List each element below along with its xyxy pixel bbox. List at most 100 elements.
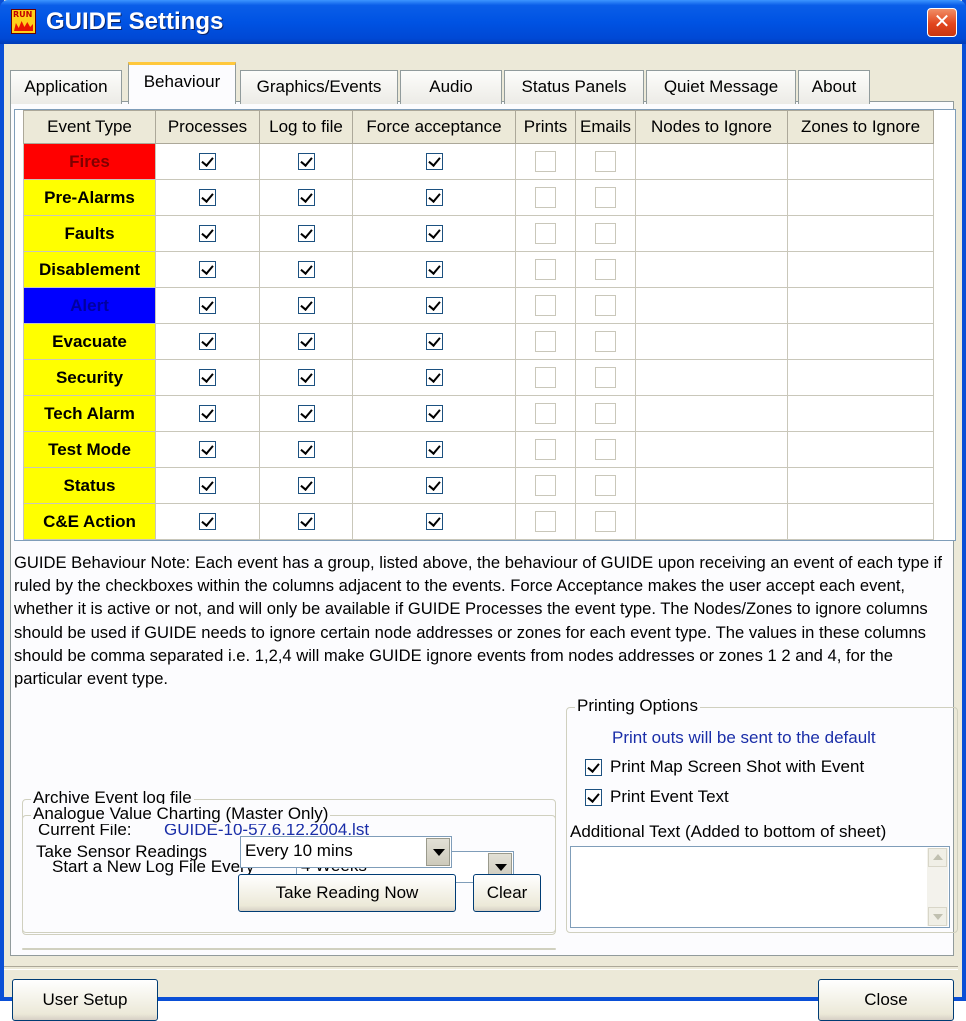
log-to-file-checkbox[interactable] bbox=[297, 260, 315, 278]
force-acceptance-checkbox[interactable] bbox=[425, 512, 443, 530]
log-to-file-checkbox[interactable] bbox=[297, 188, 315, 206]
processes-checkbox[interactable] bbox=[199, 152, 216, 170]
col-header-zones-to-ignore: Zones to Ignore bbox=[787, 110, 934, 144]
zones-to-ignore-cell[interactable] bbox=[787, 251, 934, 288]
zones-to-ignore-cell[interactable] bbox=[787, 179, 934, 216]
processes-checkbox[interactable] bbox=[199, 440, 216, 458]
prints-checkbox bbox=[535, 295, 556, 316]
processes-checkbox[interactable] bbox=[199, 332, 216, 350]
emails-checkbox bbox=[595, 331, 616, 352]
zones-to-ignore-cell[interactable] bbox=[787, 503, 934, 540]
chevron-down-icon[interactable] bbox=[426, 838, 450, 866]
log-to-file-checkbox[interactable] bbox=[297, 476, 315, 494]
processes-checkbox[interactable] bbox=[199, 512, 216, 530]
log-to-file-checkbox[interactable] bbox=[297, 440, 315, 458]
zones-to-ignore-cell[interactable] bbox=[787, 215, 934, 252]
scrollbar[interactable] bbox=[927, 848, 948, 926]
log-to-file-checkbox[interactable] bbox=[297, 404, 315, 422]
event-behaviour-grid: Event Type Processes Log to file Force a… bbox=[14, 109, 956, 541]
processes-checkbox[interactable] bbox=[199, 476, 216, 494]
print-map-screenshot-row[interactable]: Print Map Screen Shot with Event bbox=[585, 757, 864, 777]
clear-button[interactable]: Clear bbox=[473, 874, 541, 912]
force-acceptance-checkbox[interactable] bbox=[425, 332, 443, 350]
nodes-to-ignore-cell[interactable] bbox=[635, 503, 788, 540]
title-bar[interactable]: RUN GUIDE Settings ✕ bbox=[0, 0, 966, 44]
tab-behaviour[interactable]: Behaviour bbox=[128, 62, 236, 104]
processes-checkbox[interactable] bbox=[199, 368, 216, 386]
log-to-file-checkbox[interactable] bbox=[297, 152, 315, 170]
window-title: GUIDE Settings bbox=[46, 8, 224, 35]
table-row: Faults bbox=[23, 215, 934, 252]
user-setup-button[interactable]: User Setup bbox=[12, 979, 158, 1021]
force-acceptance-checkbox[interactable] bbox=[425, 404, 443, 422]
col-header-processes: Processes bbox=[155, 110, 260, 144]
zones-to-ignore-cell[interactable] bbox=[787, 287, 934, 324]
zones-to-ignore-cell[interactable] bbox=[787, 431, 934, 468]
event-type-cell: Disablement bbox=[23, 251, 156, 288]
nodes-to-ignore-cell[interactable] bbox=[635, 215, 788, 252]
event-type-cell: Pre-Alarms bbox=[23, 179, 156, 216]
log-to-file-checkbox[interactable] bbox=[297, 368, 315, 386]
log-to-file-checkbox[interactable] bbox=[297, 332, 315, 350]
print-event-text-checkbox[interactable] bbox=[585, 789, 602, 807]
print-event-text-row[interactable]: Print Event Text bbox=[585, 787, 729, 807]
nodes-to-ignore-cell[interactable] bbox=[635, 431, 788, 468]
nodes-to-ignore-cell[interactable] bbox=[635, 467, 788, 504]
nodes-to-ignore-cell[interactable] bbox=[635, 143, 788, 180]
force-acceptance-checkbox[interactable] bbox=[425, 152, 443, 170]
sensor-readings-select[interactable]: Every 10 mins bbox=[240, 836, 452, 868]
zones-to-ignore-cell[interactable] bbox=[787, 467, 934, 504]
force-acceptance-checkbox[interactable] bbox=[425, 188, 443, 206]
prints-checkbox bbox=[535, 151, 556, 172]
nodes-to-ignore-cell[interactable] bbox=[635, 395, 788, 432]
nodes-to-ignore-cell[interactable] bbox=[635, 287, 788, 324]
force-acceptance-checkbox[interactable] bbox=[425, 224, 443, 242]
nodes-to-ignore-cell[interactable] bbox=[635, 251, 788, 288]
zones-to-ignore-cell[interactable] bbox=[787, 143, 934, 180]
scroll-up-icon[interactable] bbox=[928, 848, 947, 867]
table-row: Alert bbox=[23, 287, 934, 324]
additional-text-input[interactable] bbox=[570, 846, 950, 928]
force-acceptance-checkbox[interactable] bbox=[425, 440, 443, 458]
processes-checkbox[interactable] bbox=[199, 260, 216, 278]
take-reading-now-button[interactable]: Take Reading Now bbox=[238, 874, 456, 912]
scroll-down-icon[interactable] bbox=[928, 907, 947, 926]
force-acceptance-checkbox[interactable] bbox=[425, 368, 443, 386]
print-event-text-label: Print Event Text bbox=[610, 787, 729, 806]
zones-to-ignore-cell[interactable] bbox=[787, 323, 934, 360]
tab-quiet-message[interactable]: Quiet Message bbox=[646, 70, 796, 104]
tab-application[interactable]: Application bbox=[10, 70, 122, 104]
print-default-note: Print outs will be sent to the default bbox=[612, 728, 876, 747]
log-to-file-checkbox[interactable] bbox=[297, 224, 315, 242]
print-map-screenshot-checkbox[interactable] bbox=[585, 759, 602, 777]
col-header-emails: Emails bbox=[575, 110, 636, 144]
force-acceptance-checkbox[interactable] bbox=[425, 476, 443, 494]
close-window-icon[interactable]: ✕ bbox=[927, 8, 957, 37]
close-button[interactable]: Close bbox=[818, 979, 954, 1021]
tab-graphics-events[interactable]: Graphics/Events bbox=[240, 70, 398, 104]
processes-checkbox[interactable] bbox=[199, 224, 216, 242]
event-type-cell: Test Mode bbox=[23, 431, 156, 468]
log-to-file-checkbox[interactable] bbox=[297, 512, 315, 530]
event-type-cell: Faults bbox=[23, 215, 156, 252]
emails-checkbox bbox=[595, 367, 616, 388]
zones-to-ignore-cell[interactable] bbox=[787, 395, 934, 432]
sensor-readings-value: Every 10 mins bbox=[245, 841, 353, 860]
zones-to-ignore-cell[interactable] bbox=[787, 359, 934, 396]
nodes-to-ignore-cell[interactable] bbox=[635, 359, 788, 396]
nodes-to-ignore-cell[interactable] bbox=[635, 179, 788, 216]
log-to-file-checkbox[interactable] bbox=[297, 296, 315, 314]
force-acceptance-checkbox[interactable] bbox=[425, 260, 443, 278]
tab-audio[interactable]: Audio bbox=[400, 70, 502, 104]
force-acceptance-checkbox[interactable] bbox=[425, 296, 443, 314]
tab-status-panels[interactable]: Status Panels bbox=[504, 70, 644, 104]
emails-checkbox bbox=[595, 259, 616, 280]
tab-about[interactable]: About bbox=[798, 70, 870, 104]
processes-checkbox[interactable] bbox=[199, 404, 216, 422]
processes-checkbox[interactable] bbox=[199, 296, 216, 314]
additional-text-label: Additional Text (Added to bottom of shee… bbox=[570, 822, 887, 841]
table-row: Evacuate bbox=[23, 323, 934, 360]
processes-checkbox[interactable] bbox=[199, 188, 216, 206]
nodes-to-ignore-cell[interactable] bbox=[635, 323, 788, 360]
prints-checkbox bbox=[535, 511, 556, 532]
